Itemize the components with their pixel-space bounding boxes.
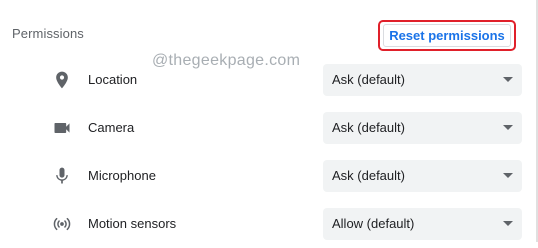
permission-row-location: Location Ask (default) (0, 56, 536, 104)
permission-row-camera: Camera Ask (default) (0, 104, 536, 152)
permission-label-camera: Camera (88, 120, 135, 135)
dropdown-arrow-icon (503, 221, 513, 226)
microphone-permission-value: Ask (default) (332, 168, 405, 183)
location-permission-value: Ask (default) (332, 72, 405, 87)
dropdown-arrow-icon (503, 173, 513, 178)
microphone-permission-select[interactable]: Ask (default) (323, 160, 522, 192)
camera-icon (52, 118, 72, 138)
camera-permission-value: Ask (default) (332, 120, 405, 135)
permission-label-microphone: Microphone (88, 168, 156, 183)
permission-label-location: Location (88, 72, 138, 87)
permission-row-motion-sensors: Motion sensors Allow (default) (0, 200, 536, 248)
section-title: Permissions (12, 26, 84, 41)
dropdown-arrow-icon (503, 125, 513, 130)
microphone-icon (52, 166, 72, 186)
motion-sensors-permission-value: Allow (default) (332, 216, 415, 231)
location-permission-select[interactable]: Ask (default) (323, 64, 522, 96)
camera-permission-select[interactable]: Ask (default) (323, 112, 522, 144)
dropdown-arrow-icon (503, 77, 513, 82)
reset-highlight-box: Reset permissions (378, 20, 516, 51)
reset-permissions-button[interactable]: Reset permissions (383, 24, 511, 47)
location-pin-icon (52, 70, 72, 90)
permission-label-motion-sensors: Motion sensors (88, 216, 177, 231)
motion-sensors-permission-select[interactable]: Allow (default) (323, 208, 522, 240)
permission-row-microphone: Microphone Ask (default) (0, 152, 536, 200)
motion-sensors-icon (52, 214, 72, 234)
